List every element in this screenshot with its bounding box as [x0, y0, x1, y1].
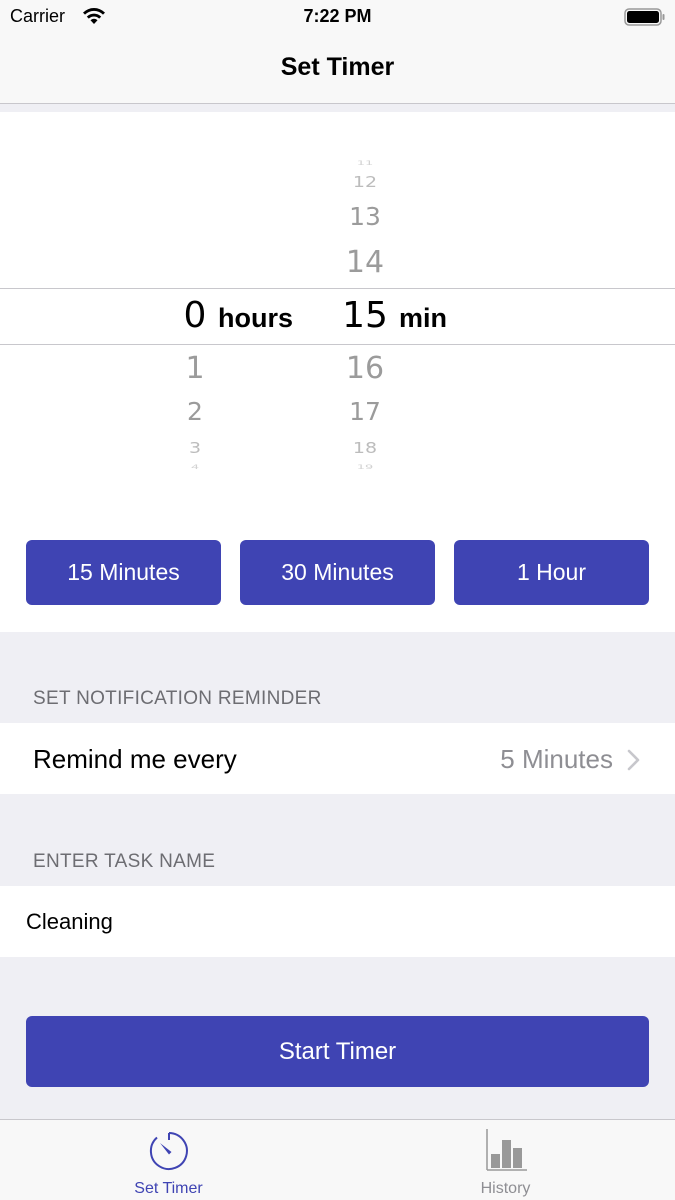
start-timer-button[interactable]: Start Timer — [26, 1016, 649, 1087]
hours-selected-value[interactable]: 0 — [170, 295, 220, 336]
chevron-right-icon — [627, 749, 640, 771]
minutes-option[interactable]: 16 — [335, 351, 395, 386]
bar-chart-icon — [485, 1129, 527, 1171]
task-name-row — [0, 886, 675, 957]
hours-option[interactable]: 2 — [170, 397, 220, 426]
status-bar: Carrier 7:22 PM — [0, 0, 675, 36]
preset-30-minutes-button[interactable]: 30 Minutes — [240, 540, 435, 605]
picker-selection-bottom-line — [0, 344, 675, 345]
task-section-header: ENTER TASK NAME — [33, 851, 216, 872]
reminder-section-header: SET NOTIFICATION REMINDER — [33, 688, 322, 709]
tab-set-timer[interactable]: Set Timer — [0, 1120, 337, 1200]
status-time: 7:22 PM — [303, 6, 372, 26]
remind-interval-label: Remind me every — [33, 744, 237, 774]
tab-history-label: History — [480, 1180, 531, 1197]
preset-1-hour-button[interactable]: 1 Hour — [454, 540, 649, 605]
picker-selection-top-line — [0, 288, 675, 289]
minutes-option[interactable]: 12 — [335, 173, 395, 191]
page-title: Set Timer — [280, 53, 395, 81]
minutes-option[interactable]: 19 — [335, 464, 395, 470]
timer-icon — [149, 1132, 188, 1170]
minutes-option[interactable]: 11 — [335, 160, 395, 166]
navigation-bar: Set Timer — [0, 36, 675, 104]
remind-interval-value: 5 Minutes — [500, 744, 613, 774]
battery-full-icon — [624, 8, 665, 26]
minutes-option[interactable]: 17 — [335, 397, 395, 426]
minutes-option[interactable]: 13 — [335, 202, 395, 231]
hours-option[interactable]: 4 — [170, 464, 220, 470]
hours-option[interactable]: 1 — [170, 351, 220, 386]
task-name-input[interactable] — [26, 905, 646, 939]
minutes-option[interactable]: 18 — [335, 439, 395, 457]
minutes-unit-label: min — [399, 303, 448, 333]
minutes-selected-value[interactable]: 15 — [335, 295, 395, 336]
tab-bar: Set Timer History — [0, 1119, 675, 1200]
remind-interval-row[interactable]: Remind me every 5 Minutes — [0, 723, 675, 794]
tab-history[interactable]: History — [337, 1120, 674, 1200]
hours-option[interactable]: 3 — [170, 439, 220, 457]
preset-15-minutes-button[interactable]: 15 Minutes — [26, 540, 221, 605]
hours-unit-label: hours — [218, 303, 294, 333]
tab-set-timer-label: Set Timer — [134, 1180, 203, 1197]
minutes-option[interactable]: 14 — [335, 245, 395, 280]
